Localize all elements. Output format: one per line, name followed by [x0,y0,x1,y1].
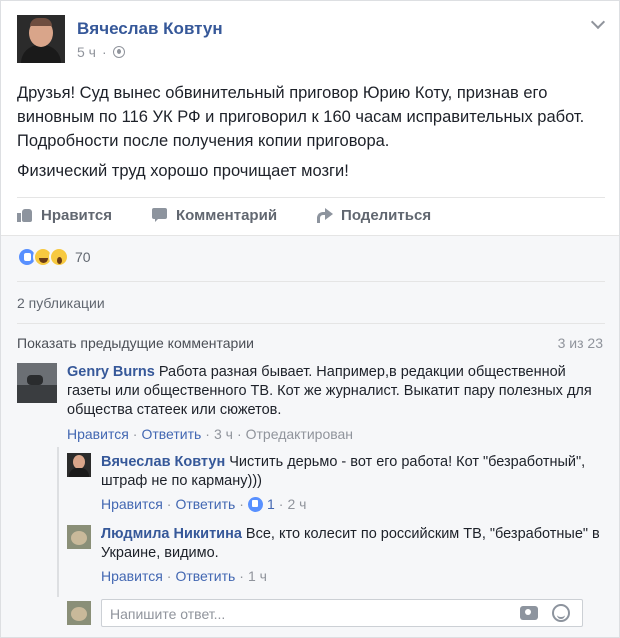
post-paragraph: Друзья! Суд вынес обвинительный приговор… [17,84,585,150]
dot-separator: · [166,568,172,584]
dot-separator: · [239,568,244,584]
reply-like-link[interactable]: Нравится [101,496,163,512]
divider [17,323,605,324]
divider [17,197,605,198]
like-icon [247,496,263,512]
reply-reply-link[interactable]: Ответить [175,496,235,512]
camera-icon[interactable] [520,606,538,620]
dot-separator: · [236,426,242,442]
current-user-avatar [67,601,91,625]
comment-item: Genry Burns Работа разная бывает. Наприме… [17,363,607,443]
divider [17,281,605,282]
emoji-icon[interactable] [552,604,570,622]
commenter-name[interactable]: Genry Burns [67,364,155,380]
like-button[interactable]: Нравится [17,207,112,224]
reply-time[interactable]: 1 ч [248,568,267,584]
comment-reply-link[interactable]: Ответить [141,426,201,442]
reply-meta: Нравится · Ответить · 1 · 2 ч [101,496,306,512]
show-previous-comments-link[interactable]: Показать предыдущие комментарии [17,335,254,351]
dot-separator: · [132,426,138,442]
reply-body: Вячеслав Ковтун Чистить дерьмо - вот его … [101,453,607,491]
comment-counter: 3 из 23 [557,335,603,351]
dot-separator: · [239,496,244,512]
post-body: Друзья! Суд вынес обвинительный приговор… [17,81,607,189]
reply-thread-line [57,447,59,597]
replier-name[interactable]: Вячеслав Ковтун [101,454,225,470]
comment-meta: Нравится · Ответить · 3 ч · Отредактиров… [67,426,353,442]
comment-icon [152,207,168,223]
reply-time[interactable]: 2 ч [287,496,306,512]
reply-placeholder: Напишите ответ... [110,606,226,622]
post-header: Вячеслав Ковтун 5 ч · [17,15,605,63]
author-name[interactable]: Вячеслав Ковтун [77,19,223,39]
reply-input[interactable]: Напишите ответ... [101,599,583,627]
reply-like-link[interactable]: Нравится [101,568,163,584]
post-paragraph: Физический труд хорошо прочищает мозги! [17,162,349,180]
comment-edited[interactable]: Отредактирован [246,426,353,442]
share-button[interactable]: Поделиться [317,207,431,224]
post-time[interactable]: 5 ч [77,44,96,60]
comment-body: Genry Burns Работа разная бывает. Наприме… [67,363,607,420]
reply-item: Вячеслав Ковтун Чистить дерьмо - вот его … [67,453,607,513]
post-meta: 5 ч · [77,44,125,60]
post-card: Вячеслав Ковтун 5 ч · Друзья! Суд вынес … [0,0,620,638]
reply-body: Людмила Никитина Все, кто колесит по росс… [101,525,607,563]
reply-item: Людмила Никитина Все, кто колесит по росс… [67,525,607,585]
globe-icon[interactable] [112,46,125,58]
dot-separator: · [101,44,107,60]
replier-avatar[interactable] [67,525,91,549]
commenter-avatar[interactable] [17,363,57,403]
shares-link[interactable]: 2 публикации [17,295,105,311]
dot-separator: · [166,496,172,512]
like-label: Нравится [41,206,113,224]
share-icon [317,207,334,223]
share-label: Поделиться [341,206,432,224]
action-bar: Нравится Комментарий Поделиться [17,201,471,229]
thumbs-up-icon [17,207,33,223]
reply-reply-link[interactable]: Ответить [175,568,235,584]
comment-time[interactable]: 3 ч [214,426,233,442]
dot-separator: · [278,496,284,512]
wow-icon [49,247,69,267]
reactions-summary[interactable]: 70 [17,247,91,267]
author-avatar[interactable] [17,15,65,63]
reactions-count: 70 [75,249,91,265]
replier-avatar[interactable] [67,453,91,477]
comment-label: Комментарий [176,206,278,224]
comment-button[interactable]: Комментарий [152,207,277,224]
comment-like-link[interactable]: Нравится [67,426,129,442]
chevron-down-icon[interactable] [591,17,605,31]
reply-meta: Нравится · Ответить · 1 ч [101,568,267,584]
reply-like-count[interactable]: 1 [267,496,275,512]
dot-separator: · [205,426,210,442]
replier-name[interactable]: Людмила Никитина [101,526,242,542]
